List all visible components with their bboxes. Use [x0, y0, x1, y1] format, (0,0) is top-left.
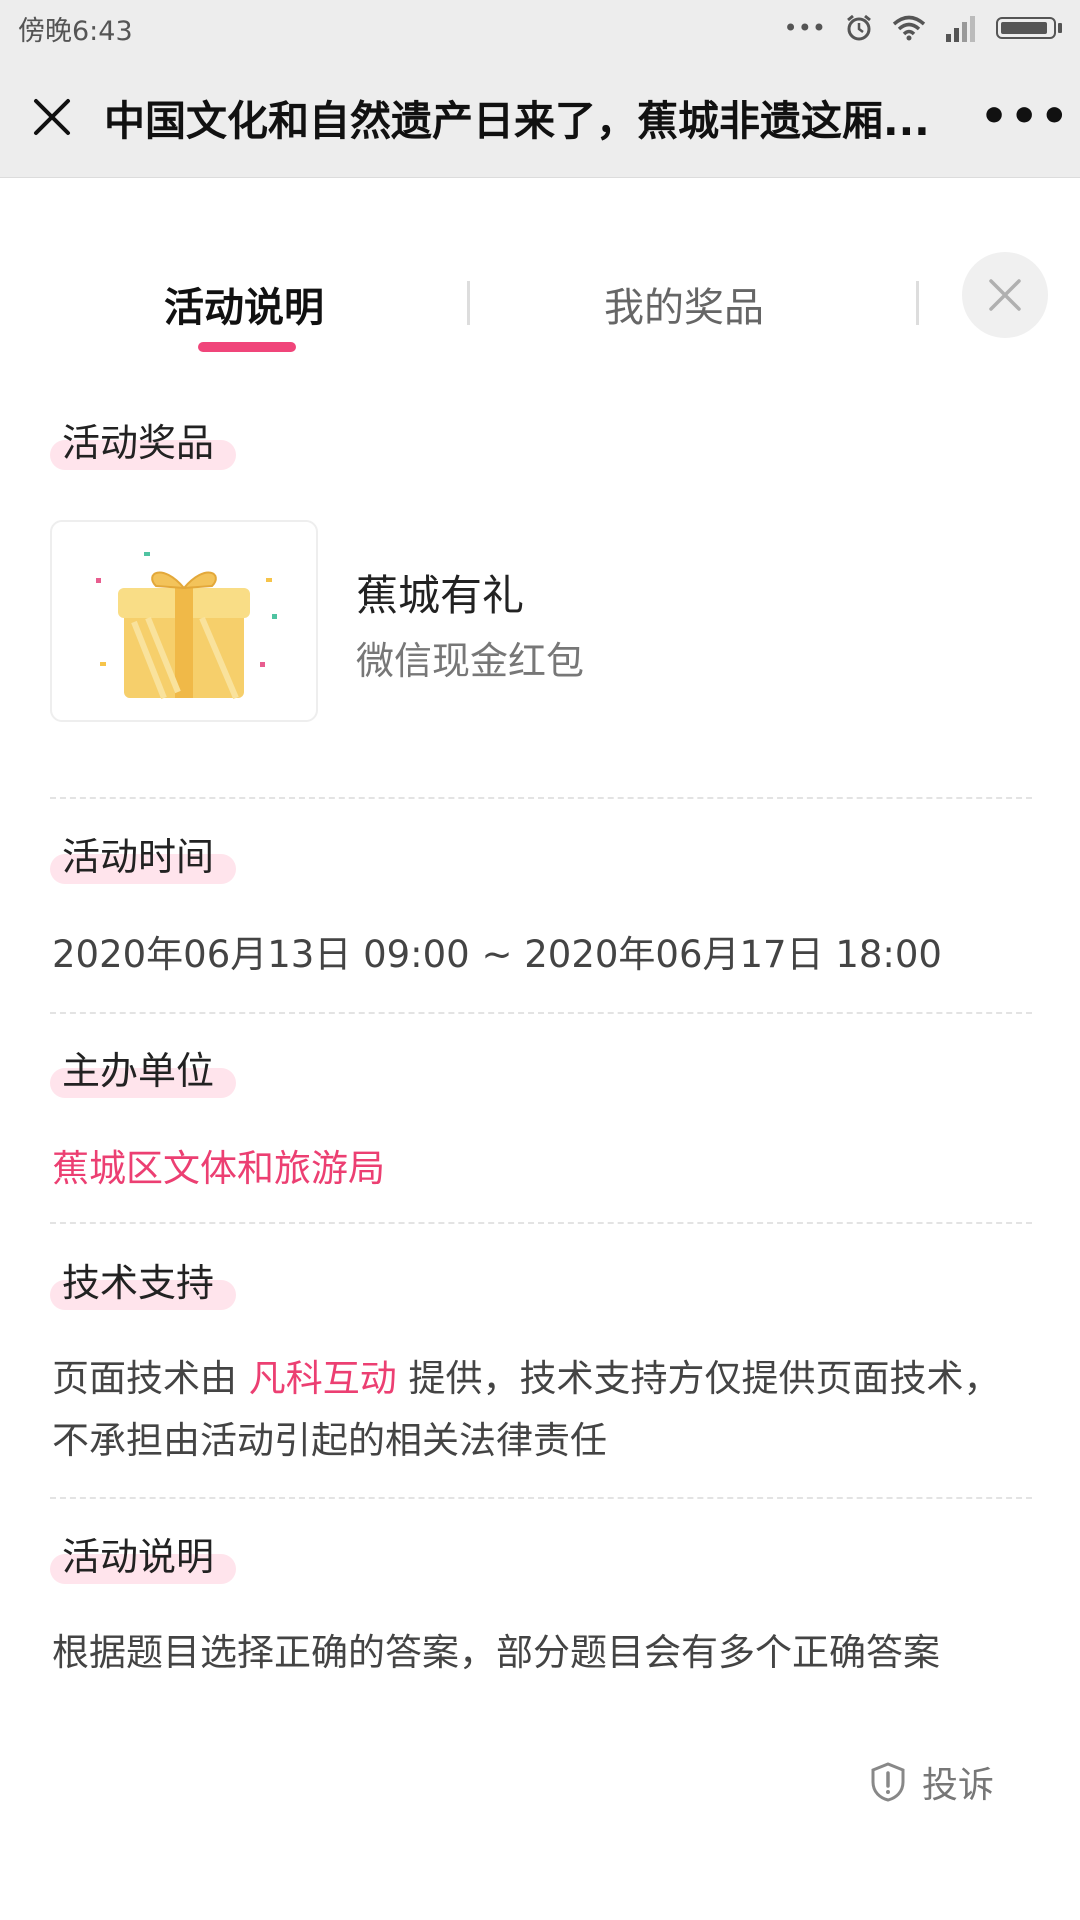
prize-description: 微信现金红包: [356, 639, 585, 683]
more-dots-icon: •••: [783, 14, 826, 42]
alarm-icon: [847, 14, 871, 41]
close-icon: [34, 98, 70, 135]
prize-name: 蕉城有礼: [356, 571, 525, 620]
gift-box-icon: [96, 552, 277, 700]
tab-bar: 活动说明 我的奖品: [0, 245, 1080, 375]
prize-card: [50, 520, 318, 722]
tab-divider: [467, 281, 470, 325]
report-button[interactable]: 投诉: [870, 1756, 994, 1808]
tech-support-text: 页面技术由 凡科互动 提供，技术支持方仅提供页面技术，不承担由活动引起的相关法律…: [52, 1348, 1012, 1472]
more-options-button[interactable]: •••: [980, 91, 1068, 142]
organizer-link[interactable]: 蕉城区文体和旅游局: [52, 1138, 385, 1192]
section-title: 活动奖品: [62, 421, 215, 465]
section-label-desc: 活动说明: [50, 1526, 236, 1590]
status-time: 傍晚6:43: [18, 15, 133, 47]
section-label-organizer: 主办单位: [50, 1040, 236, 1104]
section-title: 主办单位: [62, 1049, 215, 1093]
tab-divider: [916, 281, 919, 325]
section-divider: [50, 1222, 1032, 1224]
tab-my-prizes[interactable]: 我的奖品: [604, 275, 764, 333]
tech-prefix: 页面技术由: [52, 1357, 249, 1400]
section-label-prize: 活动奖品: [50, 412, 236, 476]
status-bar: 傍晚6:43 •••: [0, 0, 1080, 56]
activity-description: 根据题目选择正确的答案，部分题目会有多个正确答案: [52, 1631, 940, 1674]
page-title: 中国文化和自然遗产日来了，蕉城非遗这厢...: [104, 96, 930, 145]
nav-bar: 中国文化和自然遗产日来了，蕉城非遗这厢... •••: [0, 56, 1080, 178]
signal-icon: [946, 16, 975, 42]
panel-close-button[interactable]: [962, 252, 1048, 338]
tab-activity[interactable]: 活动说明: [164, 275, 324, 333]
tech-company-link[interactable]: 凡科互动: [249, 1357, 397, 1400]
section-label-time: 活动时间: [50, 826, 236, 890]
activity-time: 2020年06月13日 09:00 ~ 2020年06月17日 18:00: [52, 933, 942, 976]
shield-icon: [871, 1762, 905, 1802]
tab-active-indicator: [198, 342, 296, 352]
battery-tip: [1058, 23, 1062, 33]
close-icon: [989, 279, 1021, 311]
section-title: 活动说明: [62, 1535, 215, 1579]
section-label-tech: 技术支持: [50, 1252, 236, 1316]
section-divider: [50, 797, 1032, 799]
section-title: 活动时间: [62, 835, 215, 879]
wifi-icon: [892, 15, 926, 41]
report-label: 投诉: [922, 1765, 995, 1806]
status-icons: •••: [784, 13, 1062, 43]
close-button[interactable]: [0, 56, 104, 178]
section-divider: [50, 1497, 1032, 1499]
section-divider: [50, 1012, 1032, 1014]
battery-icon: [996, 17, 1056, 39]
section-title: 技术支持: [62, 1261, 215, 1305]
